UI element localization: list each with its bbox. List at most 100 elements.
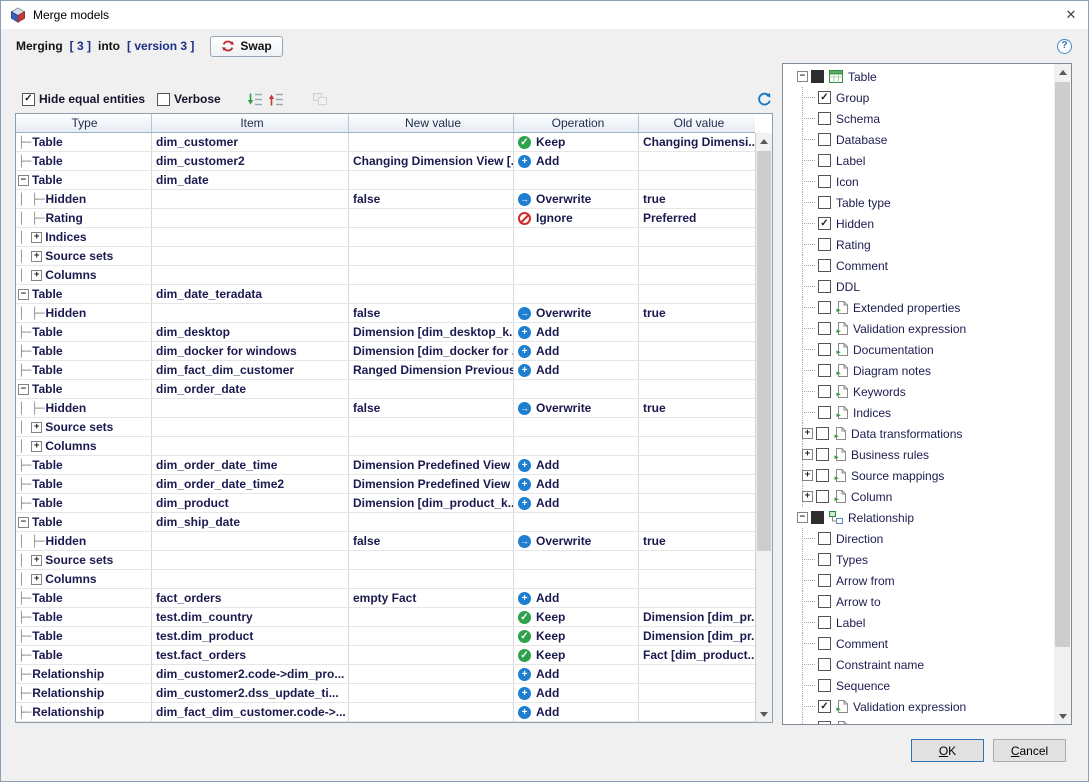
tree-checkbox[interactable]: [818, 259, 831, 272]
tree-item[interactable]: Indices: [783, 402, 1054, 423]
tree-item[interactable]: Label: [783, 150, 1054, 171]
tree-item[interactable]: Extended properties: [783, 297, 1054, 318]
tree-item[interactable]: [783, 717, 1054, 724]
tree-checkbox[interactable]: [818, 196, 831, 209]
tree-item[interactable]: Constraint name: [783, 654, 1054, 675]
scroll-up-button[interactable]: [1054, 64, 1071, 80]
collapse-all-icon[interactable]: [268, 92, 284, 107]
tree-checkbox[interactable]: [818, 322, 831, 335]
tree-checkbox[interactable]: [818, 112, 831, 125]
tree-vertical-scrollbar[interactable]: [1054, 64, 1071, 724]
tree-checkbox[interactable]: [818, 238, 831, 251]
column-header-item[interactable]: Item: [152, 114, 349, 132]
tree-checkbox[interactable]: [816, 448, 829, 461]
expand-icon[interactable]: +: [802, 428, 813, 439]
table-row[interactable]: ├─Tabledim_desktopDimension [dim_desktop…: [16, 323, 755, 342]
expand-all-icon[interactable]: [247, 92, 263, 107]
tree-checkbox[interactable]: [818, 301, 831, 314]
scrollbar-thumb[interactable]: [1055, 82, 1070, 647]
tree-item[interactable]: Arrow to: [783, 591, 1054, 612]
help-icon[interactable]: ?: [1057, 39, 1072, 54]
table-row[interactable]: −Tabledim_date_teradata: [16, 285, 755, 304]
table-row[interactable]: │ +Columns: [16, 437, 755, 456]
table-row[interactable]: ├─Tabledim_docker for windowsDimension […: [16, 342, 755, 361]
tree-checkbox[interactable]: [818, 364, 831, 377]
tree-item[interactable]: Table type: [783, 192, 1054, 213]
tree-item[interactable]: +Data transformations: [783, 423, 1054, 444]
table-row[interactable]: −Tabledim_ship_date: [16, 513, 755, 532]
table-row[interactable]: │ +Source sets: [16, 551, 755, 570]
table-row[interactable]: │ +Source sets: [16, 418, 755, 437]
expand-icon[interactable]: +: [802, 470, 813, 481]
tree-item[interactable]: −Relationship: [783, 507, 1054, 528]
tree-checkbox[interactable]: [818, 154, 831, 167]
table-row[interactable]: │ ├─Hiddenfalse→Overwritetrue: [16, 190, 755, 209]
scrollbar-thumb[interactable]: [757, 151, 771, 551]
table-row[interactable]: ├─Tabletest.dim_product✓KeepDimension [d…: [16, 627, 755, 646]
copy-icon[interactable]: [312, 92, 328, 106]
expand-icon[interactable]: +: [802, 491, 813, 502]
tree-item[interactable]: Arrow from: [783, 570, 1054, 591]
table-row[interactable]: −Tabledim_date: [16, 171, 755, 190]
collapse-icon[interactable]: −: [797, 512, 808, 523]
hide-equal-checkbox[interactable]: ✓: [22, 93, 35, 106]
expand-icon[interactable]: +: [31, 270, 42, 281]
tree-item[interactable]: ✓Validation expression: [783, 696, 1054, 717]
tree-item[interactable]: Database: [783, 129, 1054, 150]
tree-checkbox[interactable]: [818, 532, 831, 545]
tree-item[interactable]: Validation expression: [783, 318, 1054, 339]
column-header-operation[interactable]: Operation: [514, 114, 639, 132]
tree-checkbox[interactable]: ✓: [818, 91, 831, 104]
table-row[interactable]: ├─Relationshipdim_customer2.dss_update_t…: [16, 684, 755, 703]
tree-item[interactable]: ✓Group: [783, 87, 1054, 108]
tree-checkbox[interactable]: [818, 343, 831, 356]
tree-checkbox[interactable]: [818, 574, 831, 587]
tree-checkbox[interactable]: [818, 616, 831, 629]
collapse-icon[interactable]: −: [18, 384, 29, 395]
tree-checkbox[interactable]: [816, 469, 829, 482]
tree-item[interactable]: +Column: [783, 486, 1054, 507]
ok-button[interactable]: OK: [911, 739, 984, 762]
tree-checkbox[interactable]: [816, 490, 829, 503]
column-header-new-value[interactable]: New value: [349, 114, 514, 132]
table-row[interactable]: │ +Source sets: [16, 247, 755, 266]
verbose-checkbox[interactable]: [157, 93, 170, 106]
tree-item[interactable]: Icon: [783, 171, 1054, 192]
collapse-icon[interactable]: −: [797, 71, 808, 82]
tree-item[interactable]: Diagram notes: [783, 360, 1054, 381]
expand-icon[interactable]: +: [31, 251, 42, 262]
collapse-icon[interactable]: −: [18, 517, 29, 528]
tree-item[interactable]: Documentation: [783, 339, 1054, 360]
table-row[interactable]: ├─Relationshipdim_customer2.code->dim_pr…: [16, 665, 755, 684]
tree-checkbox[interactable]: [818, 280, 831, 293]
table-row[interactable]: ├─Tabledim_order_date_time2Dimension Pre…: [16, 475, 755, 494]
table-row[interactable]: ├─Tabledim_productDimension [dim_product…: [16, 494, 755, 513]
tree-checkbox[interactable]: [811, 511, 824, 524]
table-row[interactable]: ├─Tabledim_customer2Changing Dimension V…: [16, 152, 755, 171]
table-row[interactable]: ├─Tabledim_order_date_timeDimension Pred…: [16, 456, 755, 475]
table-vertical-scrollbar[interactable]: [755, 133, 772, 722]
tree-item[interactable]: ✓Hidden: [783, 213, 1054, 234]
refresh-icon[interactable]: [757, 92, 772, 107]
table-row[interactable]: ├─Tablefact_ordersempty Fact+Add: [16, 589, 755, 608]
expand-icon[interactable]: +: [31, 441, 42, 452]
tree-item[interactable]: +Source mappings: [783, 465, 1054, 486]
tree-checkbox[interactable]: [818, 679, 831, 692]
table-row[interactable]: │ ├─Hiddenfalse→Overwritetrue: [16, 399, 755, 418]
scroll-down-button[interactable]: [756, 706, 772, 722]
cancel-button[interactable]: Cancel: [993, 739, 1066, 762]
tree-checkbox[interactable]: [818, 385, 831, 398]
tree-checkbox[interactable]: [818, 553, 831, 566]
tree-checkbox[interactable]: [818, 637, 831, 650]
tree-checkbox[interactable]: ✓: [818, 700, 831, 713]
tree-item[interactable]: Label: [783, 612, 1054, 633]
tree-item[interactable]: Direction: [783, 528, 1054, 549]
table-row[interactable]: │ +Indices: [16, 228, 755, 247]
tree-checkbox[interactable]: [818, 658, 831, 671]
tree-item[interactable]: Schema: [783, 108, 1054, 129]
column-header-old-value[interactable]: Old value: [639, 114, 755, 132]
table-row[interactable]: ├─Tabletest.dim_country✓KeepDimension [d…: [16, 608, 755, 627]
tree-checkbox[interactable]: [818, 721, 831, 724]
tree-checkbox[interactable]: [816, 427, 829, 440]
swap-button[interactable]: Swap: [210, 36, 282, 57]
